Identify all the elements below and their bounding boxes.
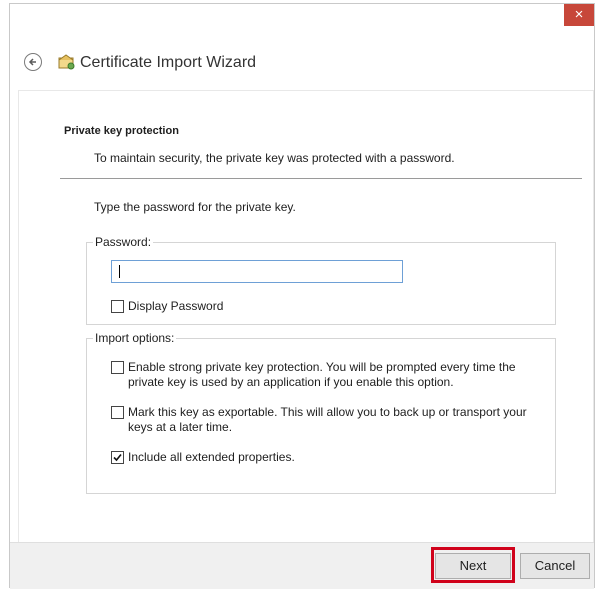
divider: [60, 178, 582, 179]
import-options-group: Import options: Enable strong private ke…: [86, 331, 556, 494]
import-options-label: Import options:: [93, 331, 177, 345]
option-strong-protection[interactable]: Enable strong private key protection. Yo…: [111, 360, 516, 390]
next-highlight-box: [431, 547, 515, 583]
password-input[interactable]: [111, 260, 403, 283]
exportable-line1: Mark this key as exportable. This will a…: [128, 405, 527, 419]
strong-protection-checkbox[interactable]: [111, 361, 124, 374]
back-button[interactable]: [24, 53, 42, 71]
section-description: To maintain security, the private key wa…: [94, 151, 455, 165]
extended-properties-checkbox[interactable]: [111, 451, 124, 464]
display-password-row[interactable]: Display Password: [111, 299, 223, 314]
close-icon: ×: [574, 6, 584, 23]
exportable-label: Mark this key as exportable. This will a…: [128, 405, 527, 435]
text-caret: [119, 265, 120, 278]
password-group: Password: Display Password: [86, 235, 556, 325]
back-arrow-icon: [28, 58, 36, 66]
display-password-label: Display Password: [128, 299, 224, 313]
extended-properties-label: Include all extended properties.: [128, 450, 295, 464]
option-exportable[interactable]: Mark this key as exportable. This will a…: [111, 405, 527, 435]
strong-protection-line2: private key is used by an application if…: [128, 375, 454, 389]
password-group-label: Password:: [93, 235, 154, 249]
exportable-checkbox[interactable]: [111, 406, 124, 419]
option-extended-properties[interactable]: Include all extended properties.: [111, 450, 295, 465]
display-password-checkbox[interactable]: [111, 300, 124, 313]
section-heading: Private key protection: [64, 125, 179, 137]
strong-protection-line1: Enable strong private key protection. Yo…: [128, 360, 516, 374]
checkmark-icon: [113, 453, 122, 462]
cancel-button[interactable]: Cancel: [520, 553, 590, 579]
wizard-header: Certificate Import Wizard: [10, 26, 594, 88]
password-prompt: Type the password for the private key.: [94, 200, 296, 214]
close-button[interactable]: ×: [564, 4, 594, 26]
wizard-title: Certificate Import Wizard: [80, 54, 257, 71]
exportable-line2: keys at a later time.: [128, 420, 233, 434]
wizard-window: × Certificate Import Wizard Private key …: [9, 3, 595, 589]
certificate-icon: [58, 54, 75, 70]
strong-protection-label: Enable strong private key protection. Yo…: [128, 360, 516, 390]
